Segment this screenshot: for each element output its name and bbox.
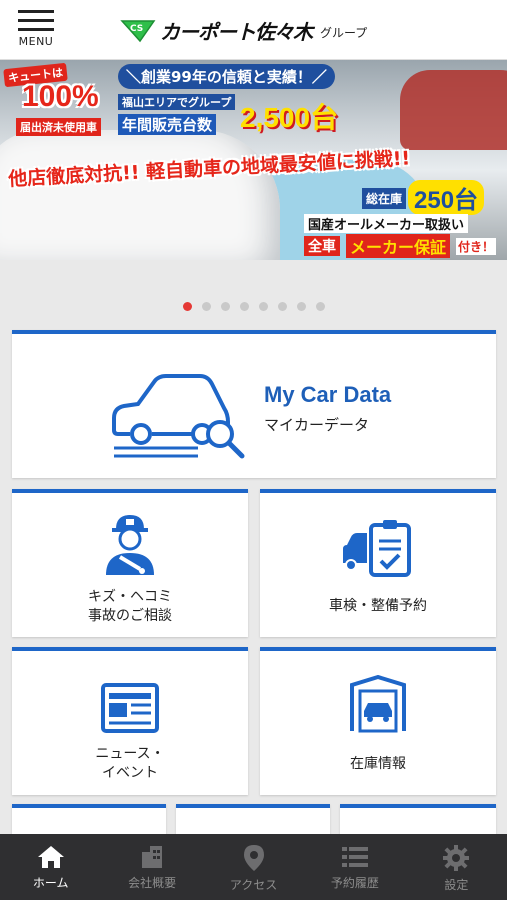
stock-info-tile[interactable]: 在庫情報 bbox=[260, 647, 496, 795]
menu-label: MENU bbox=[18, 35, 54, 48]
my-car-data-tile[interactable]: My Car Data マイカーデータ bbox=[12, 330, 496, 478]
menu-button[interactable]: MENU bbox=[14, 10, 58, 54]
carousel-dot[interactable] bbox=[277, 302, 287, 311]
news-label-line2: イベント bbox=[102, 765, 158, 781]
bottom-tab-bar: ホーム 会社概要 アクセス 予約履歴 設定 bbox=[0, 834, 507, 900]
warranty-suffix: 付き！ bbox=[456, 238, 497, 255]
tab-access[interactable]: アクセス bbox=[203, 834, 304, 900]
app-header: MENU CS カーポート佐々木 グループ bbox=[0, 0, 507, 60]
my-car-subtitle: マイカーデータ bbox=[264, 416, 370, 434]
tab-label-company: 会社概要 bbox=[128, 876, 177, 890]
brand-logo: CS カーポート佐々木 グループ bbox=[120, 14, 367, 46]
all-makers-label: 国産オールメーカー取扱い bbox=[304, 214, 469, 233]
car-search-icon bbox=[108, 368, 248, 464]
tab-settings[interactable]: 設定 bbox=[406, 834, 507, 900]
stock-count: 250台 bbox=[408, 180, 485, 215]
tab-label-home: ホーム bbox=[32, 876, 69, 890]
building-icon bbox=[142, 846, 163, 868]
warranty-prefix: 全車 bbox=[304, 236, 340, 256]
carousel-indicator bbox=[0, 302, 507, 316]
hamburger-icon-line bbox=[18, 19, 54, 22]
tab-label-settings: 設定 bbox=[444, 878, 469, 892]
stock-label: 総在庫 bbox=[362, 188, 407, 209]
brand-group: グループ bbox=[320, 25, 368, 40]
annual-count: 2,500台 bbox=[240, 102, 339, 133]
tab-label-access: アクセス bbox=[229, 878, 278, 892]
garage-car-icon bbox=[350, 674, 406, 737]
area-label: 福山エリアでグループ bbox=[118, 94, 236, 110]
list-icon bbox=[341, 847, 368, 867]
home-icon bbox=[37, 846, 64, 868]
carousel-dot[interactable] bbox=[258, 302, 268, 311]
carousel-dot[interactable] bbox=[239, 302, 249, 311]
newspaper-icon bbox=[101, 683, 159, 737]
carousel-dot[interactable] bbox=[296, 302, 306, 311]
carousel-dot[interactable] bbox=[182, 302, 192, 311]
clipboard-car-icon bbox=[341, 519, 415, 581]
cs-logo-icon: CS bbox=[120, 17, 156, 43]
white-car-image bbox=[0, 130, 280, 260]
news-label-line1: ニュース・ bbox=[95, 746, 165, 762]
my-car-title: My Car Data bbox=[264, 382, 392, 407]
tab-company[interactable]: 会社概要 bbox=[101, 834, 202, 900]
carousel-dot[interactable] bbox=[315, 302, 325, 311]
brand-name: カーポート佐々木 bbox=[160, 19, 313, 44]
hamburger-icon-line bbox=[18, 28, 54, 31]
stock-label: 在庫情報 bbox=[350, 756, 406, 772]
tab-home[interactable]: ホーム bbox=[0, 834, 101, 900]
percent-label: 100% bbox=[22, 80, 99, 113]
gear-icon bbox=[443, 845, 470, 871]
tab-history[interactable]: 予約履歴 bbox=[304, 834, 405, 900]
promo-banner[interactable]: キュートは 100% 届出済未使用車 ＼創業99年の信頼と実績！／ 福山エリアで… bbox=[0, 60, 507, 260]
warranty-label: メーカー保証 bbox=[346, 234, 451, 258]
carousel-dot[interactable] bbox=[201, 302, 211, 311]
news-events-tile[interactable]: ニュース・ イベント bbox=[12, 647, 248, 795]
tab-label-history: 予約履歴 bbox=[330, 876, 379, 890]
repair-consult-tile[interactable]: キズ・ヘコミ 事故のご相談 bbox=[12, 489, 248, 637]
red-car-image bbox=[400, 70, 507, 150]
repair-label-line1: キズ・ヘコミ bbox=[88, 589, 172, 605]
annual-label: 年間販売台数 bbox=[118, 114, 217, 135]
inspection-label: 車検・整備予約 bbox=[329, 598, 427, 614]
headline: ＼創業99年の信頼と実績！／ bbox=[118, 64, 335, 89]
repair-label-line2: 事故のご相談 bbox=[88, 608, 172, 624]
logo-badge-text: CS bbox=[130, 24, 143, 34]
mechanic-icon bbox=[102, 513, 158, 581]
carousel-dot[interactable] bbox=[220, 302, 230, 311]
unused-label: 届出済未使用車 bbox=[16, 118, 101, 136]
inspection-booking-tile[interactable]: 車検・整備予約 bbox=[260, 489, 496, 637]
map-pin-icon bbox=[243, 845, 264, 871]
hamburger-icon bbox=[18, 10, 54, 13]
